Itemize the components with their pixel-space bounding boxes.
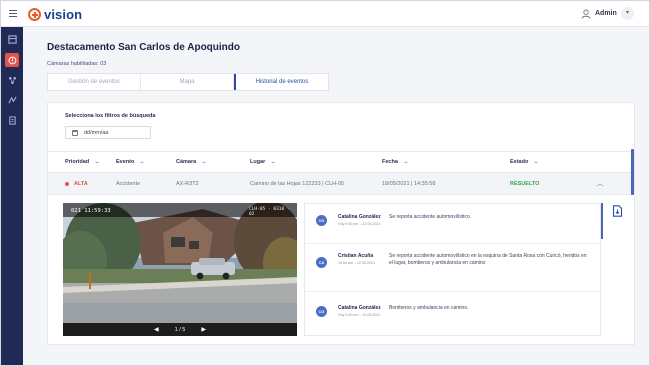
previous-arrow-icon[interactable]: ◀ — [154, 326, 159, 333]
comments-scrollbar[interactable] — [601, 203, 603, 239]
comment-text: Se reporta accidente automovilístico en … — [389, 253, 587, 266]
comment-item: CG Catalina González Hoy 5:40 pm – 12.06… — [305, 204, 600, 244]
table-row[interactable]: ALTA Accidente AX-R3T2 Camino de las Hoj… — [48, 173, 634, 195]
avatar: CG — [316, 215, 327, 226]
map-icon — [7, 96, 17, 103]
priority-cell: ALTA — [65, 181, 88, 187]
header-priority[interactable]: Prioridad ⌄ — [65, 159, 101, 165]
tab-map[interactable]: Mapa — [141, 74, 234, 90]
next-arrow-icon[interactable]: ▶ — [201, 326, 206, 333]
header-event-label: Evento — [116, 159, 135, 165]
top-bar: vision Admin ▾ — [1, 1, 649, 27]
chevron-down-icon[interactable]: ▾ — [621, 7, 634, 20]
comment-text: Bomberos y ambulancia en camino. — [389, 305, 469, 311]
camera-timestamp: 021 11:59:33 — [71, 208, 111, 214]
user-icon — [581, 9, 591, 19]
sidebar — [1, 27, 23, 365]
comment-author: Cristian Acuña — [338, 253, 374, 259]
user-name[interactable]: Admin — [595, 10, 617, 17]
sort-chevron-icon: ⌄ — [94, 159, 101, 165]
tab-event-history[interactable]: Historial de eventos — [234, 74, 328, 90]
comment-date: Hoy 5:40 pm – 12.06.2021 — [338, 222, 381, 226]
table-scrollbar[interactable] — [631, 149, 634, 195]
camera-overlay-bar: 021 11:59:33 CLH-05 · 0310 · 02 — [63, 203, 297, 217]
event-cell: Accidente — [116, 180, 141, 187]
camera-snapshot: 021 11:59:33 CLH-05 · 0310 · 02 ◀ 1 / 5 … — [63, 203, 297, 336]
sidebar-item-map[interactable] — [5, 93, 19, 107]
header-camera[interactable]: Cámara ⌄ — [176, 159, 208, 165]
cameras-enabled-label: Cámaras habilitadas: 03 — [47, 61, 107, 67]
comment-item: CG Catalina González Hoy 5:40 pm – 12.06… — [305, 292, 600, 332]
avatar: CA — [316, 257, 327, 268]
date-filter-input[interactable]: dd/mm/aa — [65, 126, 151, 139]
menu-icon[interactable] — [9, 10, 17, 18]
comment-author: Catalina González — [338, 305, 381, 311]
sidebar-item-reports[interactable] — [5, 113, 19, 127]
filters-label: Selecciona los filtros de búsqueda — [65, 113, 156, 119]
page-title: Destacamento San Carlos de Apoquindo — [47, 42, 240, 53]
sort-chevron-icon: ⌄ — [139, 159, 146, 165]
comment-date: Hoy 5:40 pm – 12.06.2021 — [338, 313, 381, 317]
sort-chevron-icon: ⌄ — [201, 159, 208, 165]
priority-value: ALTA — [74, 180, 88, 187]
avatar: CG — [316, 306, 327, 317]
header-place-label: Lugar — [250, 159, 266, 165]
header-place[interactable]: Lugar ⌄ — [250, 159, 277, 165]
brand-logo[interactable]: vision — [28, 7, 82, 22]
camera-cell: AX-R3T2 — [176, 180, 199, 187]
alert-icon — [8, 56, 16, 64]
sort-chevron-icon: ⌄ — [533, 159, 540, 165]
comment-date: 10:54 am – 12.06.2021 — [338, 261, 375, 265]
reports-icon — [8, 115, 16, 125]
header-status-label: Estado — [510, 159, 529, 165]
sidebar-item-dashboard[interactable] — [5, 32, 19, 46]
header-camera-label: Cámara — [176, 159, 197, 165]
tab-event-management[interactable]: Gestión de eventos — [48, 74, 141, 90]
dashboard-icon — [7, 34, 17, 44]
priority-dot-icon — [65, 181, 69, 186]
export-document-icon[interactable] — [612, 205, 623, 217]
status-cell: RESUELTO — [510, 180, 540, 187]
comments-panel: CG Catalina González Hoy 5:40 pm – 12.06… — [304, 203, 601, 336]
logo-icon — [28, 8, 41, 21]
comment-text: Se reporta accidente automovilístico. — [389, 214, 471, 220]
network-icon — [8, 76, 16, 84]
header-status[interactable]: Estado ⌄ — [510, 159, 539, 165]
comment-item: CA Cristian Acuña 10:54 am – 12.06.2021 … — [305, 244, 600, 292]
place-cell: Camino de las Hojas 122233 | CLH-05 — [250, 180, 345, 187]
header-date-label: Fecha — [382, 159, 398, 165]
brand-name: vision — [44, 7, 83, 22]
sort-chevron-icon: ⌄ — [270, 159, 277, 165]
camera-label: CLH-05 · 0310 · 02 — [249, 207, 290, 217]
table-header: Prioridad ⌄ Evento ⌄ Cámara ⌄ Lugar ⌄ Fecha ⌄… — [48, 151, 634, 173]
comment-author: Catalina González — [338, 214, 381, 220]
media-pagination: ◀ 1 / 5 ▶ — [63, 323, 297, 336]
header-date[interactable]: Fecha ⌄ — [382, 159, 409, 165]
header-event[interactable]: Evento ⌄ — [116, 159, 145, 165]
tabs: Gestión de eventos Mapa Historial de eve… — [47, 73, 329, 91]
sidebar-item-network[interactable] — [5, 73, 19, 87]
calendar-icon — [72, 129, 78, 136]
app-frame: vision Admin ▾ Destacamento San Carlos d… — [0, 0, 650, 366]
date-filter-placeholder: dd/mm/aa — [84, 129, 109, 136]
sidebar-item-alerts[interactable] — [5, 53, 19, 67]
header-priority-label: Prioridad — [65, 159, 90, 165]
media-page-indicator: 1 / 5 — [174, 326, 186, 333]
street-scene-image — [63, 203, 297, 336]
date-cell: 18/05/2021 | 14:35:58 — [382, 180, 436, 187]
sort-chevron-icon: ⌄ — [403, 159, 409, 165]
collapse-chevron-icon[interactable]: ︿ — [596, 179, 604, 188]
